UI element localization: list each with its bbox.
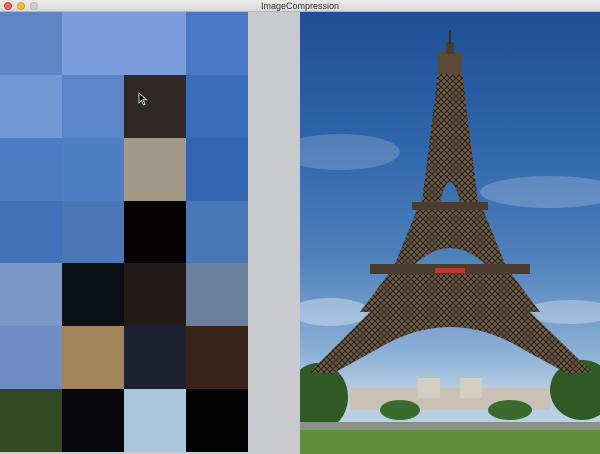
original-photo bbox=[300, 12, 600, 454]
mosaic-tile bbox=[124, 12, 186, 75]
mosaic-tile bbox=[0, 200, 62, 264]
mouse-pointer-icon bbox=[138, 92, 148, 106]
mosaic-tile bbox=[186, 389, 248, 453]
mosaic-tile bbox=[62, 389, 124, 453]
panel-divider bbox=[248, 12, 300, 454]
mosaic-tile bbox=[62, 263, 124, 327]
mosaic-tile bbox=[124, 326, 186, 390]
window-title: ImageCompression bbox=[260, 1, 340, 11]
mosaic-tile bbox=[186, 74, 248, 138]
mosaic-tile bbox=[124, 389, 186, 453]
mosaic-tile bbox=[186, 326, 248, 390]
title-bar[interactable]: ImageCompression bbox=[0, 0, 600, 12]
mosaic-tile bbox=[0, 137, 62, 201]
mosaic-tile bbox=[0, 12, 62, 75]
mosaic-tile bbox=[124, 263, 186, 327]
mosaic-tile bbox=[0, 74, 62, 138]
mosaic-tile bbox=[62, 200, 124, 264]
mosaic-tile bbox=[186, 12, 248, 75]
mosaic-tile bbox=[124, 137, 186, 201]
eiffel-tower-photo bbox=[300, 30, 600, 454]
mosaic-tile bbox=[186, 200, 248, 264]
mosaic-tile bbox=[124, 74, 186, 138]
mosaic-tile bbox=[62, 74, 124, 138]
mosaic-tile bbox=[124, 200, 186, 264]
mosaic-tile bbox=[186, 137, 248, 201]
mosaic-tile bbox=[0, 389, 62, 453]
app-window: ImageCompression bbox=[0, 0, 600, 454]
mosaic-tile bbox=[0, 326, 62, 390]
mosaic-tile bbox=[0, 263, 62, 327]
mosaic-tile bbox=[62, 12, 124, 75]
mosaic-tile bbox=[62, 137, 124, 201]
compressed-image-mosaic bbox=[0, 12, 248, 453]
mosaic-tile bbox=[186, 263, 248, 327]
mosaic-tile bbox=[62, 326, 124, 390]
